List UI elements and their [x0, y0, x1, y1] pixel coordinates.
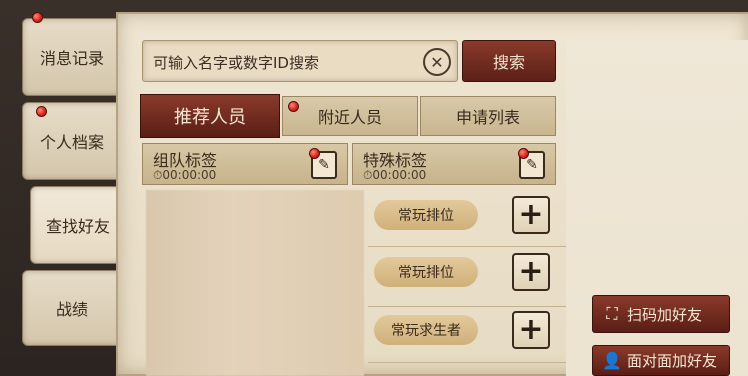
sidebar-item-label: 消息记录 [39, 49, 104, 68]
team-tag-timer: ⏱00:00:00 [153, 168, 217, 182]
user-icon: 👤 [602, 351, 622, 370]
scan-add-friend-button[interactable]: ⛶ 扫码加好友 [592, 295, 730, 333]
tab-nearby[interactable]: 附近人员 [282, 96, 418, 136]
special-tag-timer: ⏱00:00:00 [363, 168, 427, 182]
face-label: 面对面加好友 [627, 352, 718, 370]
tab-label: 附近人员 [317, 108, 382, 127]
tab-applications[interactable]: 申请列表 [420, 96, 556, 136]
special-tag-time: 00:00:00 [372, 168, 427, 182]
plus-icon: + [518, 197, 544, 232]
player-tag-badge: 常玩排位 [374, 200, 478, 230]
player-tag-label: 常玩求生者 [391, 323, 461, 339]
tab-recommended[interactable]: 推荐人员 [140, 94, 280, 138]
row-divider [368, 362, 568, 363]
clear-icon[interactable]: ✕ [423, 48, 451, 76]
row-divider [368, 246, 568, 247]
sidebar-item-find-friends[interactable]: 查找好友 [30, 186, 126, 264]
notification-dot [36, 106, 47, 117]
add-friend-button[interactable]: + [512, 253, 550, 291]
face-to-face-add-button[interactable]: 👤 面对面加好友 [592, 345, 730, 376]
sidebar-item-label: 查找好友 [45, 217, 110, 236]
add-friend-button[interactable]: + [512, 311, 550, 349]
plus-icon: + [518, 254, 544, 289]
player-tag-badge: 常玩排位 [374, 257, 478, 287]
search-button[interactable]: 搜索 [462, 40, 556, 82]
sidebar-item-label: 战绩 [55, 300, 88, 319]
notification-dot [32, 12, 43, 23]
scan-icon: ⛶ [606, 304, 618, 323]
team-tag-time: 00:00:00 [162, 168, 217, 182]
sidebar-item-records[interactable]: 战绩 [22, 270, 122, 346]
notification-dot [288, 101, 299, 112]
scan-label: 扫码加好友 [627, 305, 703, 324]
player-tag-badge: 常玩求生者 [374, 315, 478, 345]
blurred-player-info [146, 190, 364, 376]
row-divider [368, 306, 568, 307]
add-friend-button[interactable]: + [512, 196, 550, 234]
plus-icon: + [518, 312, 544, 347]
search-input[interactable]: 可输入名字或数字ID搜索 ✕ [142, 40, 458, 82]
player-list [146, 190, 568, 376]
notification-dot [309, 148, 320, 159]
tab-label: 申请列表 [455, 108, 520, 127]
tab-label: 推荐人员 [174, 107, 246, 128]
notification-dot [518, 148, 529, 159]
search-button-label: 搜索 [492, 53, 525, 72]
player-tag-label: 常玩排位 [398, 208, 454, 224]
sidebar-item-messages[interactable]: 消息记录 [22, 18, 122, 96]
sidebar-item-label: 个人档案 [39, 133, 104, 152]
player-tag-label: 常玩排位 [398, 265, 454, 281]
search-placeholder: 可输入名字或数字ID搜索 [153, 54, 319, 72]
